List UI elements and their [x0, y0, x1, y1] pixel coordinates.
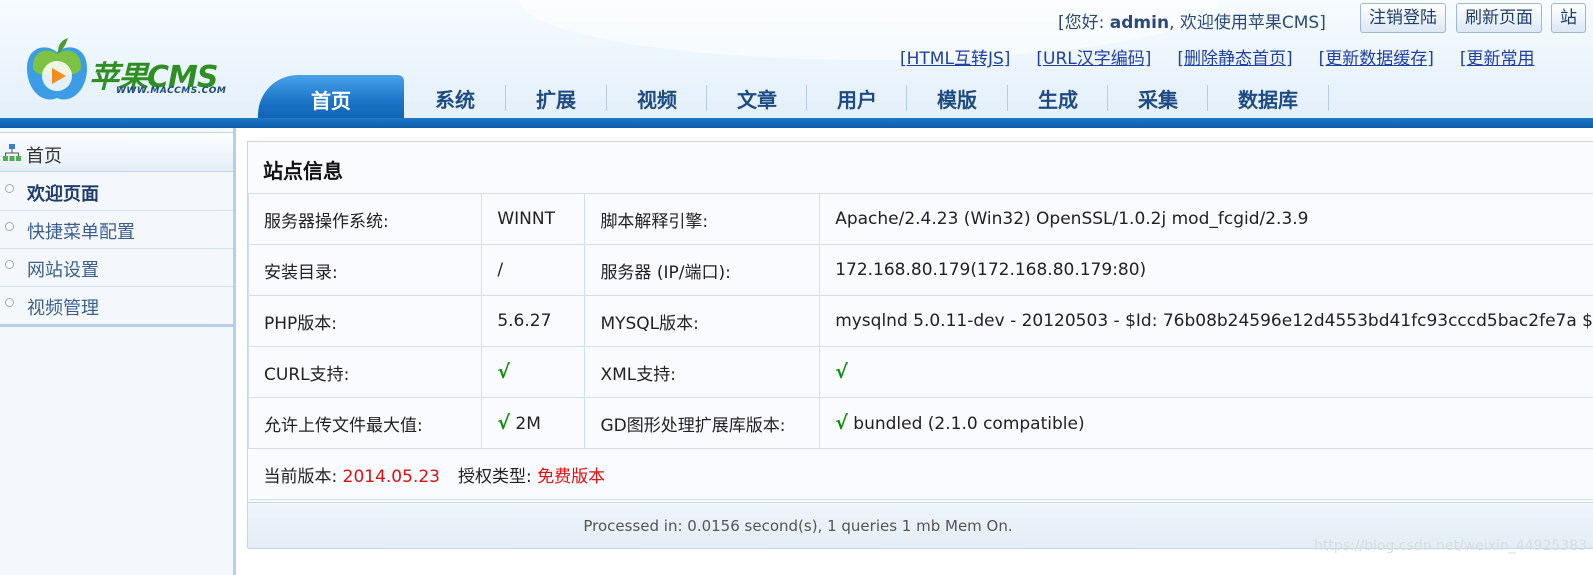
site-info-panel: 站点信息 服务器操作系统: WINNT 脚本解释引擎: Apache/2.4.2…: [247, 141, 1593, 549]
nav-divider: [1328, 85, 1329, 111]
info-label: 脚本解释引擎:: [584, 193, 821, 245]
info-label: 允许上传文件最大值:: [247, 397, 483, 449]
sidebar-item-label: 欢迎页面: [27, 184, 99, 205]
sidebar-item-shortcut-menu[interactable]: 快捷菜单配置: [0, 211, 233, 249]
version-value: 2014.05.23: [342, 466, 440, 487]
site-button[interactable]: 站: [1551, 3, 1586, 33]
sidebar-item-label: 快捷菜单配置: [27, 222, 135, 243]
info-label: 服务器 (IP/端口):: [584, 244, 821, 296]
quick-links: [HTML互转JS] [URL汉字编码] [删除静态首页] [更新数据缓存] [更新常用: [900, 44, 1561, 69]
nav-underline-bar: [0, 118, 1593, 128]
info-label: XML支持:: [584, 346, 821, 398]
info-label: 安装目录:: [247, 244, 483, 296]
info-value: 5.6.27: [481, 295, 586, 347]
version-label: 当前版本:: [263, 466, 343, 487]
html-to-js-link[interactable]: [HTML互转JS]: [900, 49, 1010, 69]
sidebar-item-video-management[interactable]: 视频管理: [0, 287, 233, 325]
table-row: 服务器操作系统: WINNT 脚本解释引擎: Apache/2.4.23 (Wi…: [247, 193, 1593, 245]
update-common-link[interactable]: [更新常用: [1460, 49, 1535, 69]
welcome-prefix: [您好:: [1058, 13, 1110, 33]
version-cell: 当前版本: 2014.05.23 授权类型: 免费版本: [248, 448, 1593, 500]
logout-button[interactable]: 注销登陆: [1360, 3, 1446, 33]
sidebar-item-site-settings[interactable]: 网站设置: [0, 249, 233, 287]
circle-bullet-icon: [5, 184, 14, 193]
panel-title: 站点信息: [263, 159, 343, 183]
sidebar-item-label: 视频管理: [27, 298, 99, 319]
info-value: WINNT: [481, 193, 586, 245]
username: admin: [1109, 13, 1170, 33]
info-label: GD图形处理扩展库版本:: [584, 397, 821, 449]
check-mark-icon: √: [497, 361, 510, 383]
check-mark-icon: √: [497, 412, 510, 434]
info-value: √: [819, 346, 1593, 398]
circle-bullet-icon: [5, 222, 14, 231]
refresh-button[interactable]: 刷新页面: [1456, 3, 1542, 33]
gd-version: bundled (2.1.0 compatible): [847, 414, 1085, 434]
license-value: 免费版本: [537, 466, 606, 487]
table-row: 安装目录: / 服务器 (IP/端口): 172.168.80.179(172.…: [247, 244, 1593, 296]
table-row: PHP版本: 5.6.27 MYSQL版本: mysqlnd 5.0.11-de…: [247, 295, 1593, 347]
nav-tab-home[interactable]: 首页: [258, 75, 404, 123]
sitemap-icon: [3, 144, 21, 161]
delete-static-home-link[interactable]: [删除静态首页]: [1177, 49, 1292, 69]
info-value: /: [481, 244, 586, 296]
check-mark-icon: √: [835, 361, 848, 383]
table-row: 允许上传文件最大值: √ 2M GD图形处理扩展库版本: √ bundled (…: [247, 397, 1593, 449]
info-label: 服务器操作系统:: [247, 193, 483, 245]
info-label: MYSQL版本:: [584, 295, 821, 347]
sidebar: 首页 欢迎页面 快捷菜单配置 网站设置 视频管理: [0, 128, 236, 575]
sidebar-item-label: 网站设置: [27, 260, 99, 281]
info-label: PHP版本:: [247, 295, 483, 347]
circle-bullet-icon: [5, 260, 14, 269]
table-row: CURL支持: √ XML支持: √: [247, 346, 1593, 398]
info-value: √ 2M: [481, 397, 586, 449]
processed-info: Processed in: 0.0156 second(s), 1 querie…: [583, 517, 1013, 535]
header: 苹果CMS WWW.MACCMS.COM [您好: admin, 欢迎使用苹果C…: [0, 0, 1593, 128]
info-value: √: [481, 346, 586, 398]
site-info-table: 服务器操作系统: WINNT 脚本解释引擎: Apache/2.4.23 (Wi…: [247, 193, 1593, 500]
url-encode-link[interactable]: [URL汉字编码]: [1036, 49, 1151, 69]
update-data-cache-link[interactable]: [更新数据缓存]: [1319, 49, 1434, 69]
info-value: √ bundled (2.1.0 compatible): [819, 397, 1593, 449]
sidebar-header[interactable]: 首页: [0, 132, 233, 172]
info-value: 172.168.80.179(172.168.80.179:80): [819, 244, 1593, 296]
sidebar-item-welcome[interactable]: 欢迎页面: [0, 173, 233, 211]
watermark: https://blog.csdn.net/weixin_44925383: [1313, 538, 1587, 554]
table-row: 当前版本: 2014.05.23 授权类型: 免费版本: [248, 448, 1593, 500]
sidebar-divider: [0, 324, 233, 327]
circle-bullet-icon: [5, 298, 14, 307]
license-label: 授权类型:: [457, 466, 538, 487]
info-value: Apache/2.4.23 (Win32) OpenSSL/1.0.2j mod…: [819, 193, 1593, 245]
welcome-suffix: , 欢迎使用苹果CMS]: [1169, 13, 1326, 33]
welcome-message: [您好: admin, 欢迎使用苹果CMS]: [1058, 8, 1326, 33]
sidebar-heading: 首页: [26, 146, 62, 167]
info-value: mysqlnd 5.0.11-dev - 20120503 - $Id: 76b…: [819, 295, 1593, 347]
main-nav: 首页 系统 扩展 视频 文章 用户 模版 生成 采集 数据库: [0, 75, 1593, 123]
check-mark-icon: √: [835, 412, 848, 434]
upload-max-size: 2M: [510, 414, 541, 434]
info-label: CURL支持:: [247, 346, 483, 398]
